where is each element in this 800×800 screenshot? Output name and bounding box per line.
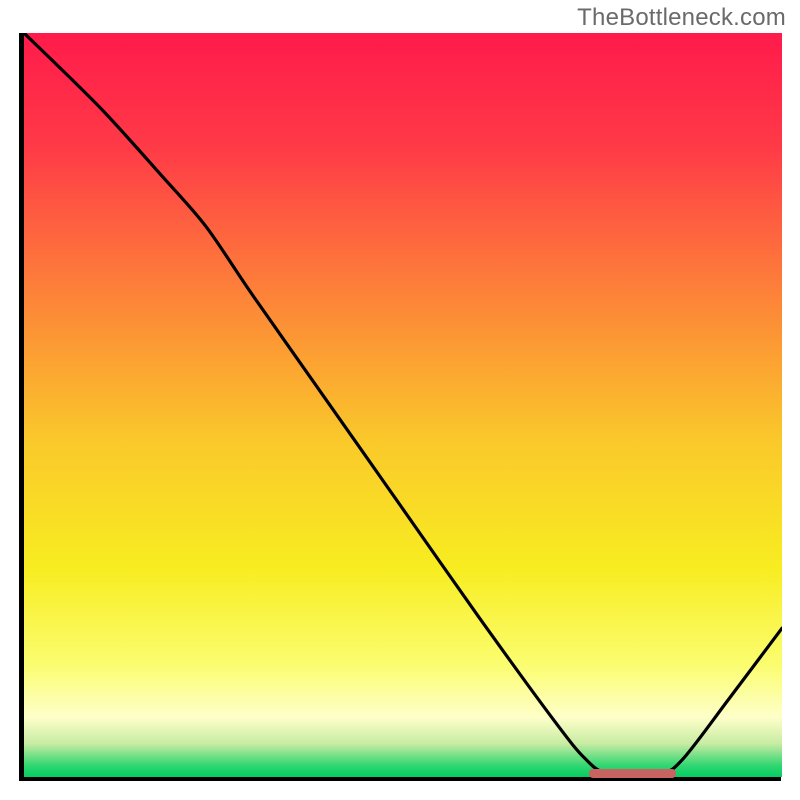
plot-area [19, 33, 781, 781]
watermark-text: TheBottleneck.com [577, 4, 786, 32]
gradient-background [24, 33, 782, 777]
optimal-range-marker [589, 769, 676, 778]
plot-svg [24, 33, 782, 777]
chart-frame: TheBottleneck.com [0, 0, 800, 800]
